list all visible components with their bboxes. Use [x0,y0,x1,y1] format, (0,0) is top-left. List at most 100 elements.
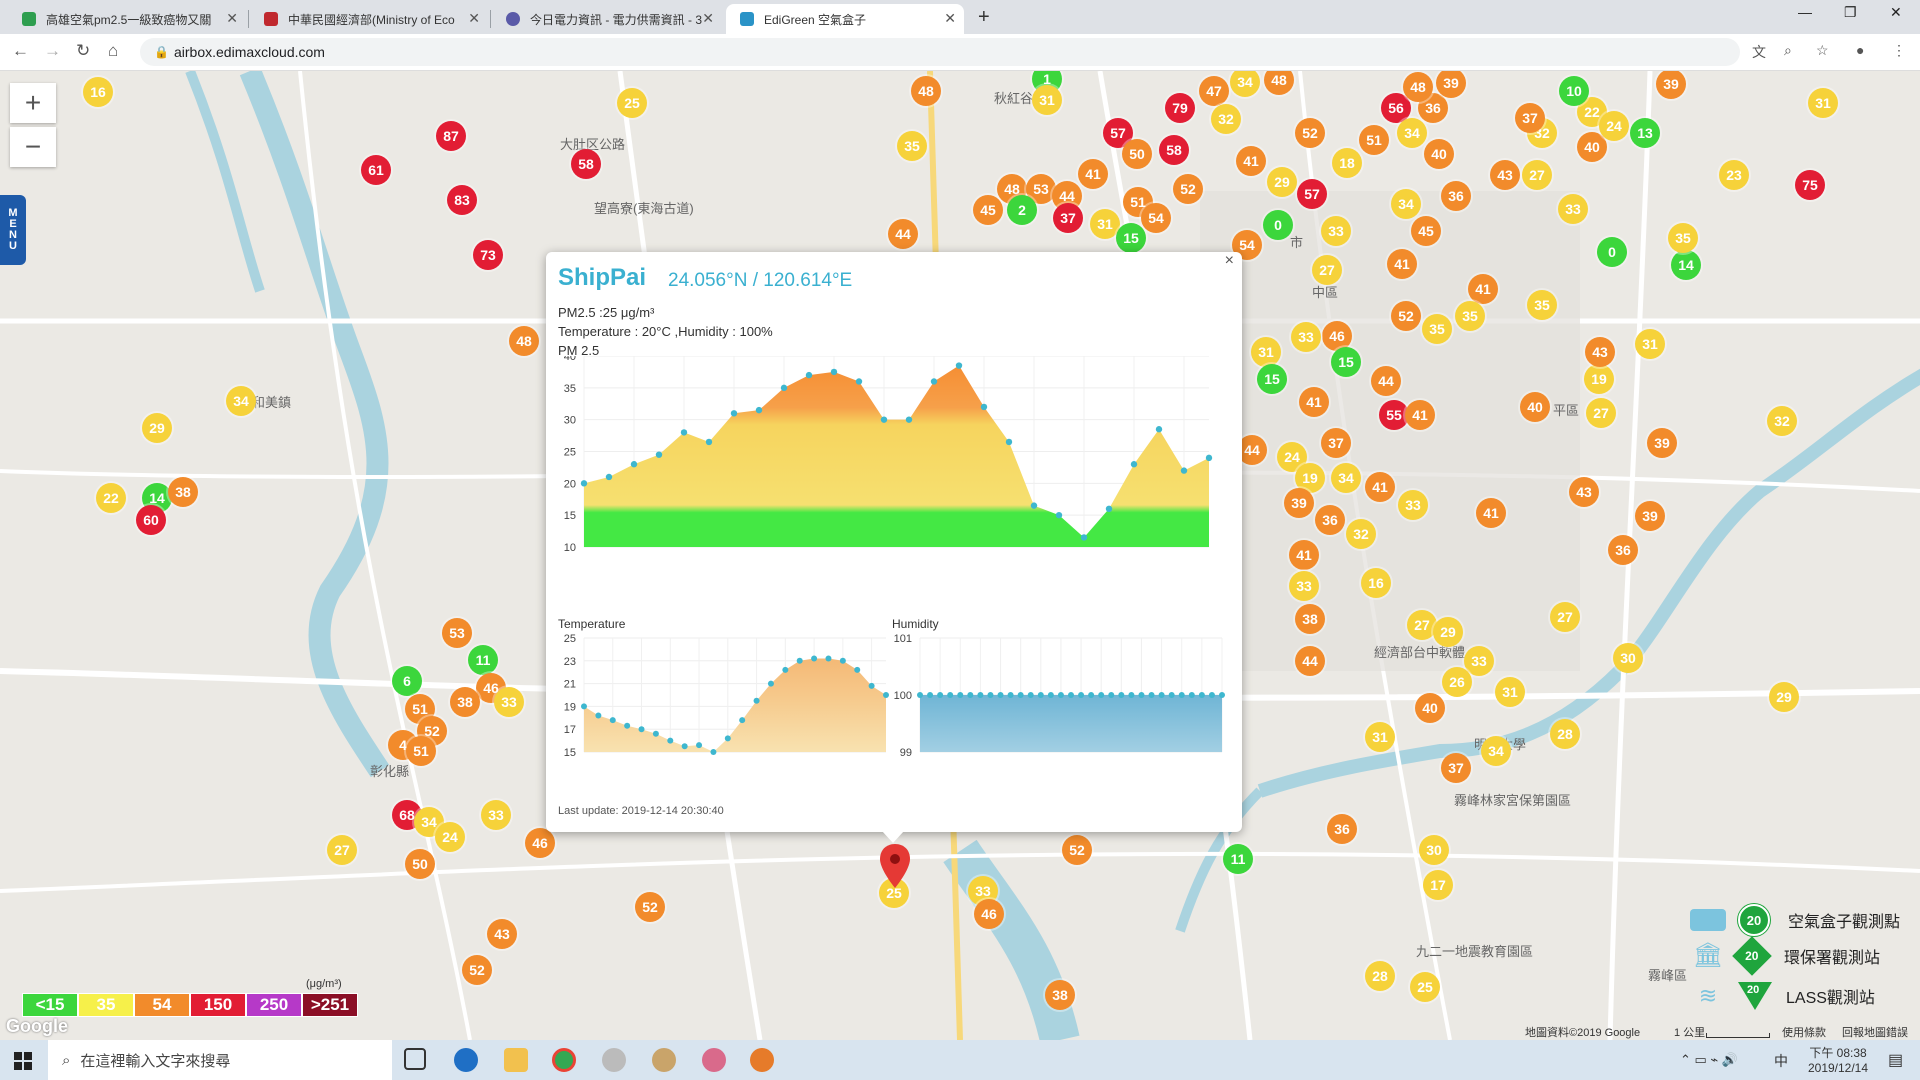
station-marker[interactable]: 52 [1062,835,1092,865]
browser-tab-4-active[interactable]: EdiGreen 空氣盒子 ✕ [726,4,964,34]
station-marker[interactable]: 79 [1165,93,1195,123]
station-marker[interactable]: 35 [1527,290,1557,320]
station-marker[interactable]: 29 [142,413,172,443]
station-marker[interactable]: 37 [1321,428,1351,458]
task-view-icon[interactable] [404,1048,426,1070]
tab-close-icon[interactable]: ✕ [226,10,238,27]
app-icon-4[interactable] [750,1048,774,1072]
station-marker[interactable]: 6 [392,666,422,696]
station-marker[interactable]: 31 [1808,88,1838,118]
station-marker[interactable]: 15 [1116,223,1146,253]
station-marker[interactable]: 0 [1263,210,1293,240]
restore-icon[interactable]: ❐ [1844,4,1857,21]
station-marker[interactable]: 39 [1635,501,1665,531]
terms-link[interactable]: 使用條款 [1782,1024,1826,1040]
station-marker[interactable]: 25 [617,88,647,118]
station-marker[interactable]: 34 [1331,463,1361,493]
station-marker[interactable]: 54 [1141,203,1171,233]
station-marker[interactable]: 43 [487,919,517,949]
notification-icon[interactable]: ▤ [1888,1050,1903,1070]
station-marker[interactable]: 10 [1559,76,1589,106]
station-marker[interactable]: 27 [327,835,357,865]
station-marker[interactable]: 23 [1719,160,1749,190]
station-marker[interactable]: 44 [888,219,918,249]
station-marker[interactable]: 44 [1295,646,1325,676]
station-marker[interactable]: 73 [473,240,503,270]
station-marker[interactable]: 41 [1299,387,1329,417]
station-marker[interactable]: 31 [1365,722,1395,752]
station-marker[interactable]: 37 [1515,103,1545,133]
more-menu-icon[interactable]: ⋮ [1892,42,1906,59]
station-marker[interactable]: 34 [1397,118,1427,148]
station-marker[interactable]: 34 [1481,736,1511,766]
station-marker[interactable]: 17 [1423,870,1453,900]
station-marker[interactable]: 31 [1635,329,1665,359]
station-marker[interactable]: 44 [1371,366,1401,396]
station-marker[interactable]: 41 [1468,274,1498,304]
station-marker[interactable]: 31 [1032,85,1062,115]
popup-close-button[interactable]: × [1225,252,1234,270]
station-marker[interactable]: 33 [1289,571,1319,601]
station-marker[interactable]: 52 [635,892,665,922]
station-marker[interactable]: 87 [436,121,466,151]
new-tab-button[interactable]: + [978,6,990,29]
station-marker[interactable]: 32 [1211,104,1241,134]
station-marker[interactable]: 41 [1365,472,1395,502]
browser-tab-1[interactable]: 高雄空氣pm2.5一級致癌物又關 ✕ [8,4,246,34]
station-marker[interactable]: 30 [1613,643,1643,673]
browser-tab-3[interactable]: 今日電力資訊 - 電力供需資訊 - 3 ✕ [492,4,722,34]
station-marker[interactable]: 27 [1522,160,1552,190]
browser-tab-2[interactable]: 中華民國經濟部(Ministry of Eco ✕ [250,4,488,34]
station-marker[interactable]: 51 [1359,125,1389,155]
tab-close-icon[interactable]: ✕ [702,10,714,27]
station-marker[interactable]: 52 [1295,118,1325,148]
station-marker[interactable]: 15 [1331,347,1361,377]
file-explorer-icon[interactable] [504,1048,528,1072]
station-marker[interactable]: 41 [1387,249,1417,279]
station-marker[interactable]: 38 [168,477,198,507]
minimize-icon[interactable]: — [1798,4,1812,20]
url-field[interactable]: 🔒 airbox.edimaxcloud.com [140,38,1740,66]
station-marker[interactable]: 40 [1520,392,1550,422]
station-marker[interactable]: 34 [1391,189,1421,219]
station-marker[interactable]: 27 [1586,398,1616,428]
profile-icon[interactable]: ● [1856,42,1864,58]
station-marker[interactable]: 48 [911,76,941,106]
translate-icon[interactable]: 文 [1752,42,1766,62]
reload-icon[interactable]: ↻ [76,41,90,61]
station-marker[interactable]: 36 [1441,181,1471,211]
station-marker[interactable]: 58 [1159,135,1189,165]
station-marker[interactable]: 41 [1289,540,1319,570]
station-marker[interactable]: 41 [1476,498,1506,528]
station-marker[interactable]: 31 [1495,677,1525,707]
station-marker[interactable]: 29 [1769,682,1799,712]
station-marker[interactable]: 2 [1007,195,1037,225]
station-marker[interactable]: 41 [1236,146,1266,176]
station-marker[interactable]: 46 [974,899,1004,929]
app-icon-2[interactable] [652,1048,676,1072]
station-marker[interactable]: 36 [1327,814,1357,844]
station-marker[interactable]: 32 [1767,406,1797,436]
station-marker[interactable]: 26 [1442,667,1472,697]
station-marker[interactable]: 50 [405,849,435,879]
station-marker[interactable]: 51 [406,736,436,766]
station-marker[interactable]: 18 [1332,148,1362,178]
station-marker[interactable]: 41 [1405,400,1435,430]
menu-tab[interactable]: M E N U [0,195,26,265]
station-marker[interactable]: 16 [83,77,113,107]
station-marker[interactable]: 57 [1297,179,1327,209]
chrome-icon[interactable] [552,1048,576,1072]
app-icon-3[interactable] [702,1048,726,1072]
station-marker[interactable]: 38 [1045,980,1075,1010]
station-marker[interactable]: 35 [1422,314,1452,344]
station-marker[interactable]: 35 [897,131,927,161]
station-marker[interactable]: 33 [1321,216,1351,246]
station-marker[interactable]: 28 [1365,961,1395,991]
station-marker[interactable]: 24 [1599,111,1629,141]
station-marker[interactable]: 0 [1597,237,1627,267]
station-marker[interactable]: 47 [1199,76,1229,106]
station-marker[interactable]: 83 [447,185,477,215]
station-marker[interactable]: 45 [1411,216,1441,246]
station-marker[interactable]: 24 [435,822,465,852]
station-marker[interactable]: 53 [442,618,472,648]
